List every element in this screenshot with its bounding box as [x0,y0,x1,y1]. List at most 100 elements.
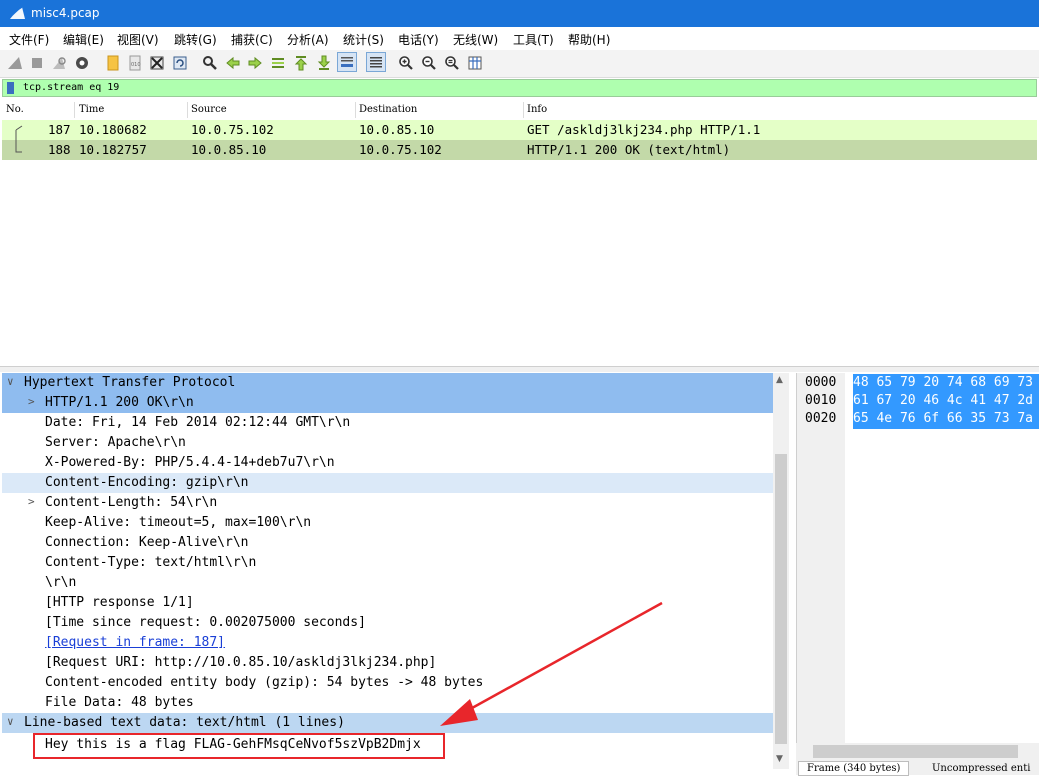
find-icon[interactable] [201,54,219,72]
tab-uncompressed[interactable]: Uncompressed enti [932,763,1030,774]
column-info[interactable]: Info [527,104,547,115]
tree-item[interactable]: \r\n [2,573,773,593]
scrollbar-thumb[interactable] [813,745,1018,758]
tree-item-status-line[interactable]: > HTTP/1.1 200 OK\r\n [2,393,773,413]
main-toolbar: 010 [0,50,1039,78]
tree-item[interactable]: Date: Fri, 14 Feb 2014 02:12:44 GMT\r\n [2,413,773,433]
shark-fin-start-icon[interactable] [6,54,24,72]
packet-no: 188 [48,142,71,157]
resize-columns-icon[interactable] [466,54,484,72]
svg-text:010: 010 [131,62,141,68]
packet-row[interactable]: 188 10.182757 10.0.85.10 10.0.75.102 HTT… [2,140,1037,160]
tree-item-line-based-text[interactable]: ∨ Line-based text data: text/html (1 lin… [2,713,773,733]
byte-offset: 0000 [805,375,837,390]
go-back-icon[interactable] [224,54,242,72]
go-forward-icon[interactable] [246,54,264,72]
bytes-horizontal-scrollbar[interactable] [796,743,1039,760]
scroll-up-icon[interactable]: ▲ [776,375,783,385]
tree-item[interactable]: Connection: Keep-Alive\r\n [2,533,773,553]
menu-wireless[interactable]: 无线(W) [453,31,498,48]
tree-item[interactable]: Keep-Alive: timeout=5, max=100\r\n [2,513,773,533]
pane-splitter[interactable] [0,366,1039,372]
byte-hex: 61 67 20 46 4c 41 47 2d [853,392,1039,411]
tree-item[interactable]: X-Powered-By: PHP/5.4.4-14+deb7u7\r\n [2,453,773,473]
wireshark-logo-icon [8,6,25,20]
packet-list-header: No. Time Source Destination Info [2,101,1037,121]
tree-item[interactable]: File Data: 48 bytes [2,693,773,713]
tree-item[interactable]: Content-encoded entity body (gzip): 54 b… [2,673,773,693]
go-to-packet-icon[interactable] [269,54,287,72]
details-scrollbar[interactable]: ▲ ▼ [773,373,789,769]
chevron-right-icon[interactable]: > [28,495,35,508]
flag-highlight-box [33,733,445,759]
tree-item[interactable]: > Content-Length: 54\r\n [2,493,773,513]
zoom-normal-icon[interactable] [443,54,461,72]
tree-item[interactable]: Content-Encoding: gzip\r\n [2,473,773,493]
column-time[interactable]: Time [79,104,104,115]
packet-source: 10.0.75.102 [191,122,274,137]
options-gear-icon[interactable] [73,54,91,72]
menu-tools[interactable]: 工具(T) [513,31,554,48]
close-file-icon[interactable] [148,54,166,72]
packet-info: HTTP/1.1 200 OK (text/html) [527,142,731,157]
byte-offset: 0020 [805,411,837,426]
filter-text[interactable]: tcp.stream eq 19 [23,82,119,93]
tree-item-http[interactable]: ∨ Hypertext Transfer Protocol [2,373,773,393]
last-packet-icon[interactable] [315,54,333,72]
chevron-down-icon[interactable]: ∨ [7,715,14,728]
menu-help[interactable]: 帮助(H) [568,31,610,48]
related-packet-icon [15,125,23,140]
title-bar: misc4.pcap [0,0,1039,27]
tree-item[interactable]: Server: Apache\r\n [2,433,773,453]
open-folder-icon[interactable] [104,54,122,72]
packet-destination: 10.0.75.102 [359,142,442,157]
zoom-out-icon[interactable] [420,54,438,72]
packet-row[interactable]: 187 10.180682 10.0.75.102 10.0.85.10 GET… [2,120,1037,140]
restart-icon[interactable] [50,54,68,72]
reload-icon[interactable] [171,54,189,72]
packet-destination: 10.0.85.10 [359,122,435,137]
packet-time: 10.180682 [79,122,147,137]
packet-no: 187 [48,122,71,137]
tab-frame[interactable]: Frame (340 bytes) [798,761,910,776]
zoom-in-icon[interactable] [397,54,415,72]
tree-item-request-frame-link[interactable]: [Request in frame: 187] [2,633,773,653]
menu-file[interactable]: 文件(F) [9,31,49,48]
byte-hex: 65 4e 76 6f 66 35 73 7a [853,410,1039,429]
chevron-right-icon[interactable]: > [28,395,35,408]
menu-capture[interactable]: 捕获(C) [231,31,273,48]
menu-telephony[interactable]: 电话(Y) [398,31,439,48]
menu-bar: 文件(F) 编辑(E) 视图(V) 跳转(G) 捕获(C) 分析(A) 统计(S… [0,27,1039,50]
column-no[interactable]: No. [6,104,24,115]
byte-offset: 0010 [805,393,837,408]
menu-view[interactable]: 视图(V) [117,31,159,48]
autoscroll-icon[interactable] [337,52,357,72]
column-destination[interactable]: Destination [359,104,417,115]
byte-hex: 48 65 79 20 74 68 69 73 [853,374,1039,393]
stop-icon[interactable] [28,54,46,72]
column-source[interactable]: Source [191,104,227,115]
display-filter-input[interactable]: tcp.stream eq 19 [2,79,1037,97]
tree-item[interactable]: Content-Type: text/html\r\n [2,553,773,573]
tree-item[interactable]: [Request URI: http://10.0.85.10/askldj3l… [2,653,773,673]
menu-edit[interactable]: 编辑(E) [63,31,104,48]
packet-details-pane: ∨ Hypertext Transfer Protocol > HTTP/1.1… [2,373,775,769]
packet-info: GET /askldj3lkj234.php HTTP/1.1 [527,122,761,137]
chevron-down-icon[interactable]: ∨ [7,375,14,388]
scrollbar-thumb[interactable] [775,454,787,744]
colorize-icon[interactable] [366,52,386,72]
related-packet-icon [15,140,22,153]
packet-bytes-pane: 0000 48 65 79 20 74 68 69 73 0010 61 67 … [796,373,1039,769]
menu-statistics[interactable]: 统计(S) [343,31,384,48]
packet-source: 10.0.85.10 [191,142,267,157]
first-packet-icon[interactable] [292,54,310,72]
packet-time: 10.182757 [79,142,147,157]
scroll-down-icon[interactable]: ▼ [776,754,783,764]
menu-go[interactable]: 跳转(G) [174,31,217,48]
save-file-icon[interactable]: 010 [126,54,144,72]
bytes-tabs: Frame (340 bytes) Uncompressed enti [796,760,1039,776]
bookmark-icon[interactable] [7,82,14,94]
tree-item[interactable]: [HTTP response 1/1] [2,593,773,613]
tree-item[interactable]: [Time since request: 0.002075000 seconds… [2,613,773,633]
menu-analyze[interactable]: 分析(A) [287,31,329,48]
